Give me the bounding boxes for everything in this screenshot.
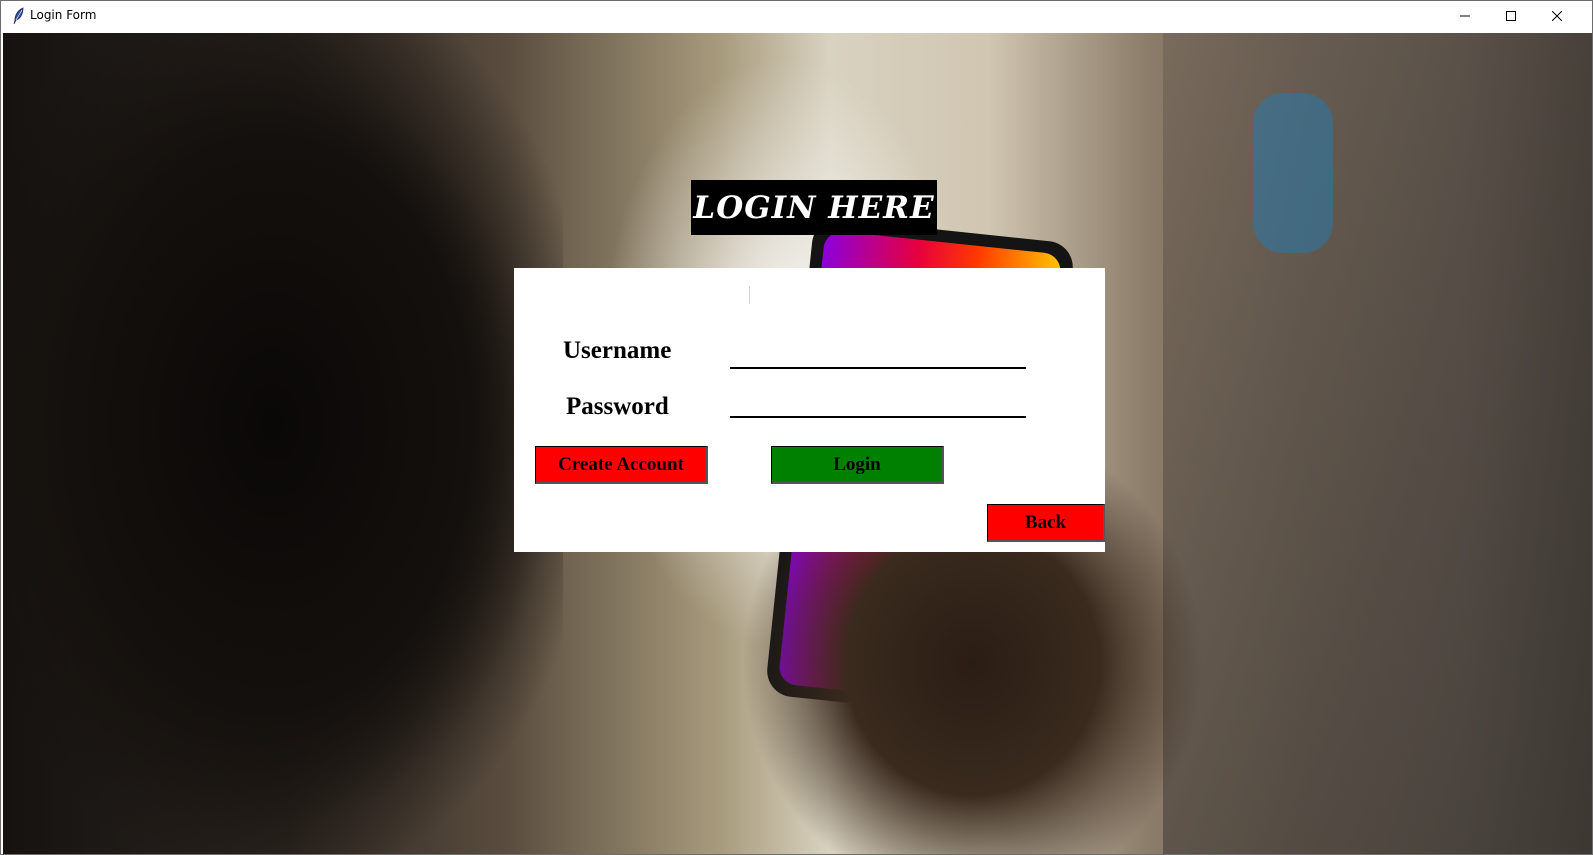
maximize-icon [1506, 11, 1516, 21]
password-label: Password [566, 393, 669, 420]
close-button[interactable] [1534, 1, 1580, 31]
maximize-button[interactable] [1488, 1, 1534, 31]
back-button[interactable]: Back [987, 504, 1105, 542]
login-button[interactable]: Login [771, 446, 944, 484]
close-icon [1552, 11, 1562, 21]
page-title: LOGIN HERE [691, 180, 937, 235]
panel-divider [749, 286, 750, 304]
background-blue-blur [1253, 93, 1333, 253]
minimize-button[interactable] [1442, 1, 1488, 31]
minimize-icon [1460, 11, 1470, 21]
login-form-window: Login Form LOGIN HERE Username Password … [0, 0, 1593, 855]
title-bar[interactable]: Login Form [1, 1, 1592, 32]
window-title: Login Form [30, 8, 97, 22]
feather-icon [12, 7, 26, 25]
password-input[interactable] [730, 390, 1026, 418]
background-person-silhouette [3, 33, 563, 854]
username-label: Username [563, 337, 672, 364]
login-panel: Username Password Create Account Login B… [514, 268, 1105, 552]
background-right-blur [1163, 33, 1592, 854]
create-account-button[interactable]: Create Account [535, 446, 708, 484]
username-input[interactable] [730, 341, 1026, 369]
